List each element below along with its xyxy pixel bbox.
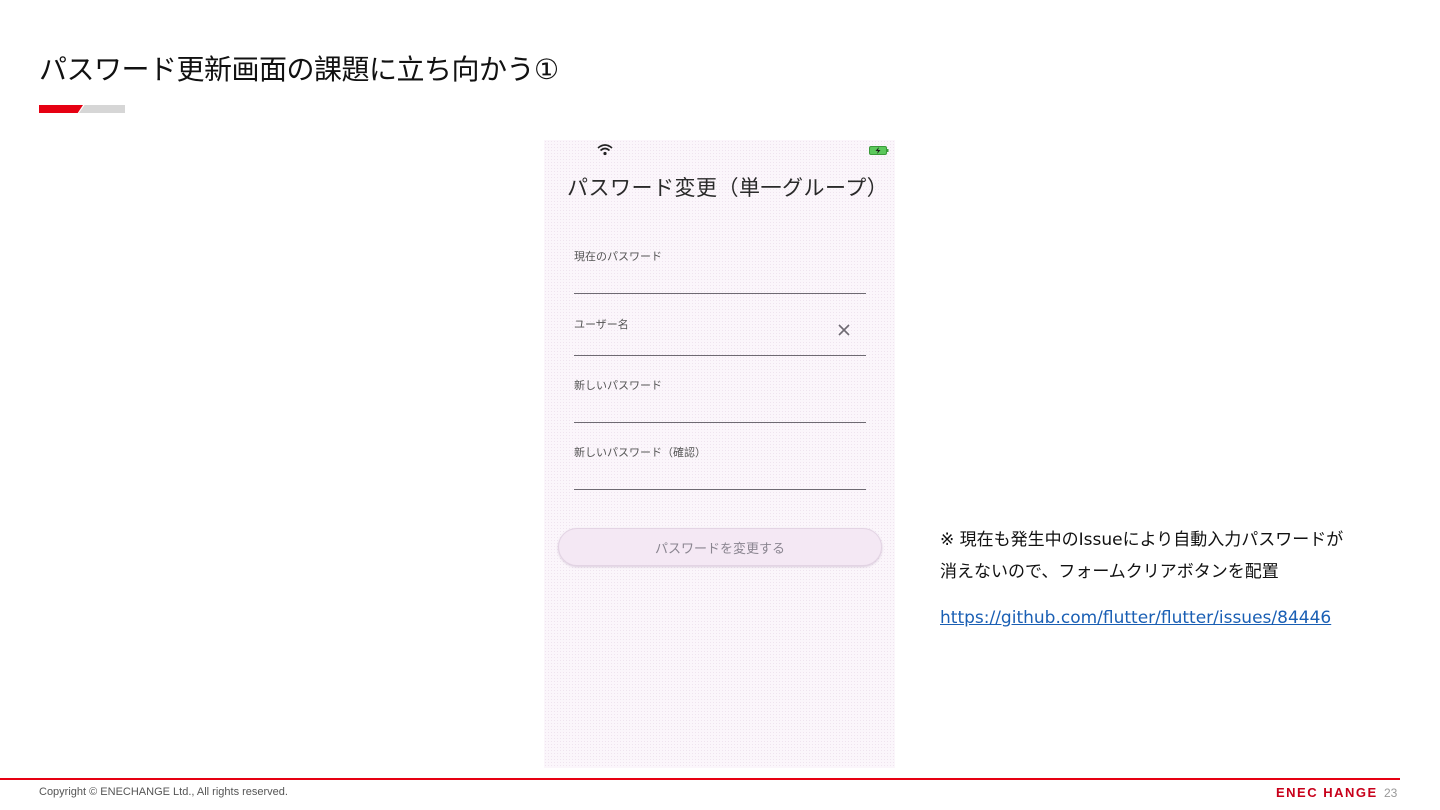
note-line-1: ※ 現在も発生中のIssueにより自動入力パスワードが <box>940 530 1344 550</box>
username-label: ユーザー名 <box>574 318 629 331</box>
current-password-field[interactable]: 現在のパスワード <box>574 248 866 296</box>
field-underline <box>574 489 866 490</box>
field-underline <box>574 293 866 294</box>
current-password-label: 現在のパスワード <box>574 250 662 263</box>
copyright-text: Copyright © ENECHANGE Ltd., All rights r… <box>39 786 288 798</box>
note-text: ※ 現在も発生中のIssueにより自動入力パスワードが 消えないので、フォームク… <box>940 524 1400 588</box>
close-icon[interactable] <box>836 322 852 338</box>
field-underline <box>574 422 866 423</box>
title-accent-bar <box>39 105 125 113</box>
screen-title: パスワード変更（単一グループ） <box>567 176 889 200</box>
confirm-password-label: 新しいパスワード（確認） <box>574 446 706 459</box>
battery-charging-icon <box>869 146 889 155</box>
note-line-2: 消えないので、フォームクリアボタンを配置 <box>940 562 1279 582</box>
wifi-icon <box>597 144 613 156</box>
change-password-button[interactable]: パスワードを変更する <box>558 528 882 566</box>
phone-screenshot: パスワード変更（単一グループ） 現在のパスワード ユーザー名 新しいパスワード … <box>544 140 895 768</box>
new-password-label: 新しいパスワード <box>574 379 662 392</box>
status-bar <box>544 140 895 160</box>
new-password-field[interactable]: 新しいパスワード <box>574 377 866 425</box>
field-underline <box>574 355 866 356</box>
confirm-password-field[interactable]: 新しいパスワード（確認） <box>574 444 866 492</box>
page-number: 23 <box>1384 786 1398 800</box>
footer-divider <box>0 778 1400 780</box>
username-field[interactable]: ユーザー名 <box>574 316 866 358</box>
enechange-logo: ENEC HANGE <box>1276 785 1378 800</box>
slide-title: パスワード更新画面の課題に立ち向かう① <box>39 53 559 86</box>
github-issue-link[interactable]: https://github.com/flutter/flutter/issue… <box>940 608 1331 628</box>
